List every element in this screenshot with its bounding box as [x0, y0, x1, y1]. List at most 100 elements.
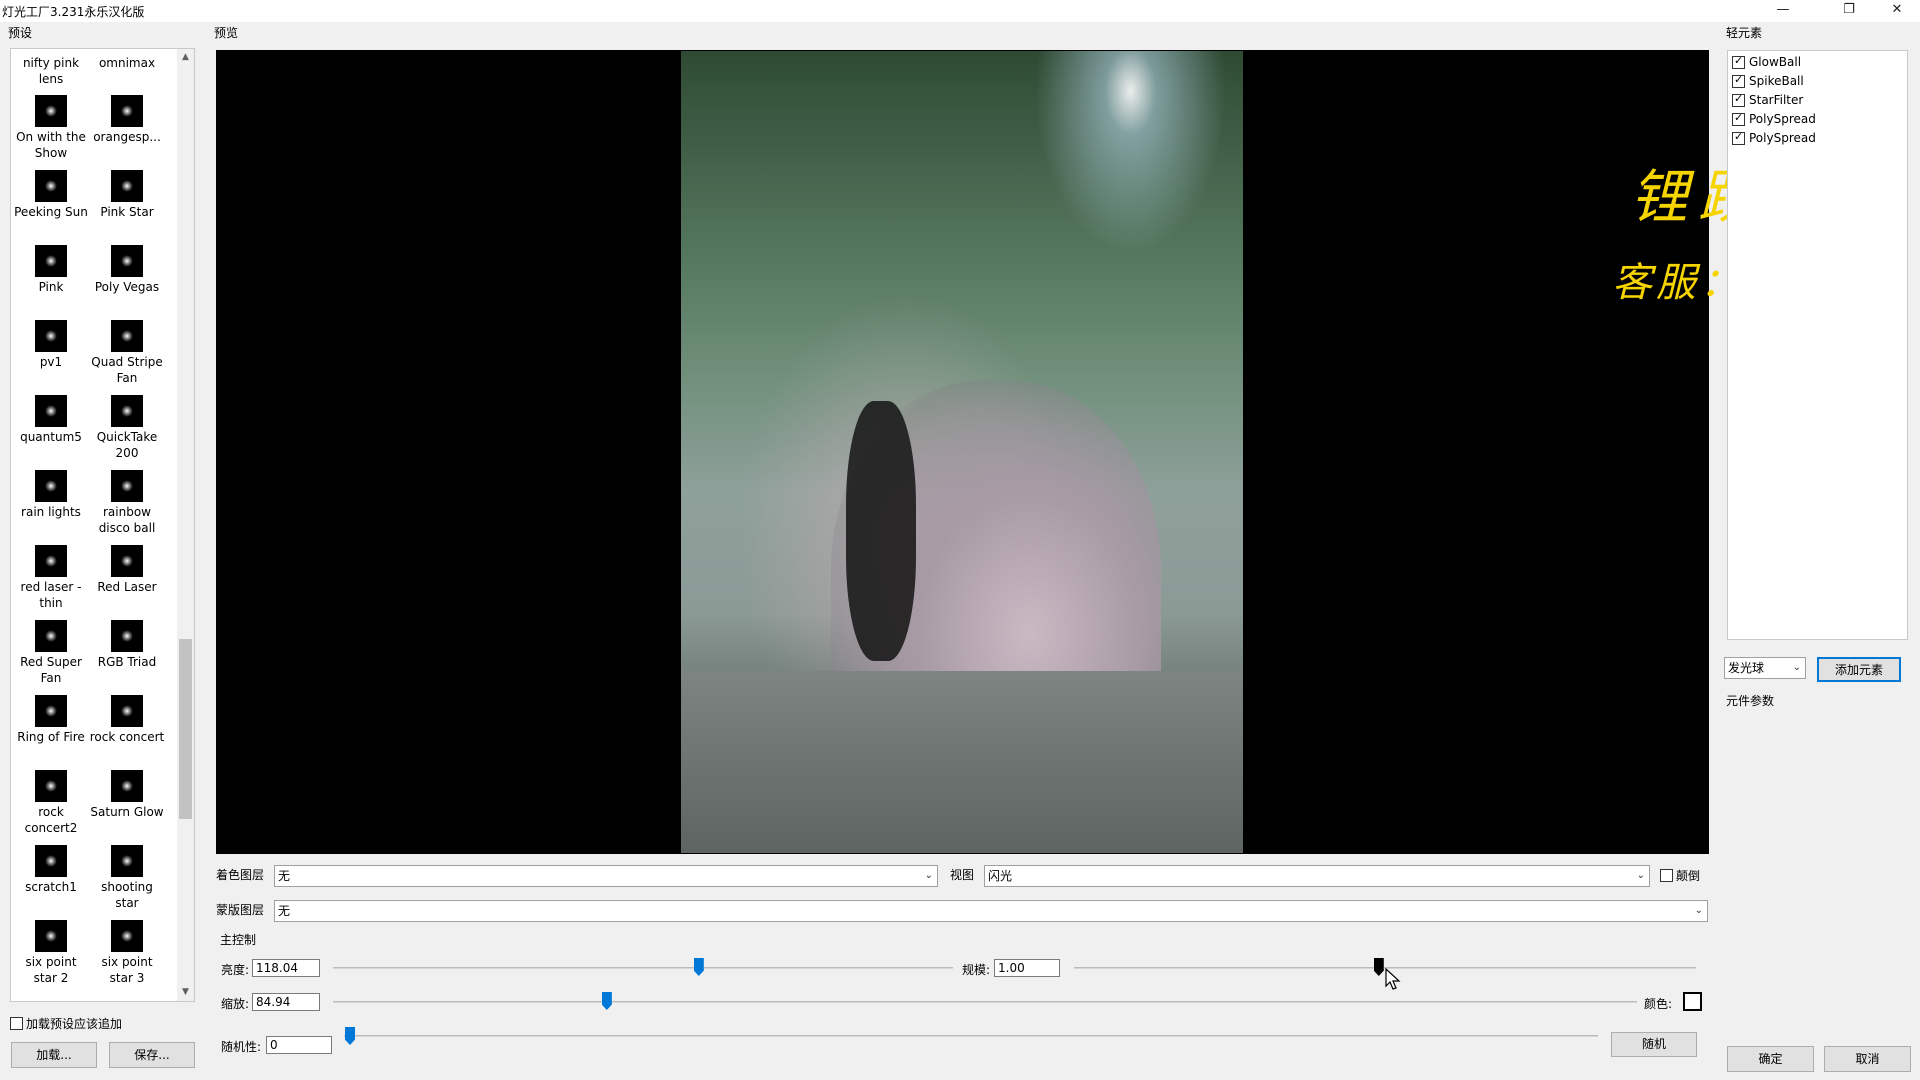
preset-item[interactable]: Quad Stripe Fan: [89, 320, 165, 395]
close-button[interactable]: ✕: [1874, 0, 1920, 22]
color-swatch[interactable]: [1683, 992, 1702, 1011]
light-element-checkbox[interactable]: [1732, 54, 1745, 69]
preset-label: On with the Show: [16, 130, 86, 160]
light-element-checkbox[interactable]: [1732, 73, 1745, 88]
randomness-input[interactable]: 0: [266, 1036, 332, 1054]
preset-item[interactable]: nifty pink lens: [13, 55, 89, 95]
preview-photo: [681, 51, 1243, 853]
preset-item[interactable]: quantum5: [13, 395, 89, 470]
preview-label: 预览: [214, 26, 239, 40]
brightness-track[interactable]: [333, 967, 953, 969]
light-element-label: PolySpread: [1749, 131, 1816, 145]
scale-input[interactable]: 1.00: [994, 959, 1060, 977]
preset-label: rock concert2: [24, 805, 78, 835]
preset-item[interactable]: shooting star: [89, 845, 165, 920]
element-type-select[interactable]: 发光球 ⌄: [1724, 657, 1806, 679]
preset-item[interactable]: On with the Show: [13, 95, 89, 170]
chevron-down-icon: ⌄: [1792, 662, 1801, 673]
append-presets-checkbox[interactable]: 加载预设应该追加: [10, 1015, 122, 1032]
preset-item[interactable]: Peeking Sun: [13, 170, 89, 245]
preset-item[interactable]: red laser - thin: [13, 545, 89, 620]
preset-item[interactable]: rainbow disco ball: [89, 470, 165, 545]
brightness-input[interactable]: 118.04: [252, 959, 320, 977]
preset-item[interactable]: orangesp...: [89, 95, 165, 170]
preset-label: Ring of Fire: [17, 730, 85, 744]
invert-checkbox-box[interactable]: [1660, 869, 1673, 882]
preset-item[interactable]: Red Laser: [89, 545, 165, 620]
preset-label: Red Super Fan: [20, 655, 82, 685]
chevron-down-icon: ⌄: [1694, 905, 1703, 916]
preset-item[interactable]: pv1: [13, 320, 89, 395]
preset-label: red laser - thin: [20, 580, 82, 610]
preset-label: rainbow disco ball: [98, 505, 156, 535]
light-element-checkbox[interactable]: [1732, 111, 1745, 126]
preset-item[interactable]: rock concert2: [13, 770, 89, 845]
scale-label: 规模:: [962, 963, 991, 977]
cancel-button[interactable]: 取消: [1824, 1046, 1911, 1072]
preset-thumbnail: [111, 545, 143, 577]
zoom-input[interactable]: 84.94: [252, 993, 320, 1011]
restore-button[interactable]: ❐: [1826, 0, 1872, 22]
preset-label: RGB Triad: [97, 655, 157, 669]
light-element-item[interactable]: StarFilter: [1732, 92, 1803, 107]
preset-item[interactable]: rain lights: [13, 470, 89, 545]
light-element-item[interactable]: PolySpread: [1732, 111, 1816, 126]
preset-label: orangesp...: [93, 130, 161, 144]
light-element-item[interactable]: GlowBall: [1732, 54, 1802, 69]
append-checkbox-box[interactable]: [10, 1017, 23, 1030]
light-element-checkbox[interactable]: [1732, 92, 1745, 107]
preset-label: Pink: [38, 280, 64, 294]
random-button[interactable]: 随机: [1611, 1032, 1697, 1057]
scroll-up-icon[interactable]: ▲: [177, 49, 194, 66]
preset-item[interactable]: Pink: [13, 245, 89, 320]
light-element-item[interactable]: SpikeBall: [1732, 73, 1804, 88]
preset-label: six point star 2: [25, 955, 77, 985]
preset-item[interactable]: RGB Triad: [89, 620, 165, 695]
preset-item[interactable]: six point star 2: [13, 920, 89, 995]
minimize-button[interactable]: —: [1760, 0, 1806, 22]
zoom-slider[interactable]: [601, 992, 612, 1010]
mask-layer-select[interactable]: 无 ⌄: [274, 900, 1708, 922]
load-button[interactable]: 加载...: [11, 1042, 97, 1068]
brightness-slider[interactable]: [693, 958, 704, 976]
preset-label: scratch1: [25, 880, 77, 894]
preset-list[interactable]: nifty pink lens omnimax On with the Show or…: [10, 48, 195, 1002]
preset-item[interactable]: omnimax: [89, 55, 165, 95]
preset-label: Peeking Sun: [14, 205, 88, 219]
preset-item[interactable]: six point star 3: [89, 920, 165, 995]
preset-thumbnail: [111, 920, 143, 952]
light-elements-list[interactable]: GlowBall SpikeBall StarFilter PolySpread Pol…: [1727, 50, 1908, 640]
save-button[interactable]: 保存...: [109, 1042, 195, 1068]
ok-button[interactable]: 确定: [1727, 1046, 1814, 1072]
view-select[interactable]: 闪光 ⌄: [984, 865, 1650, 887]
preset-label: nifty pink lens: [22, 56, 80, 86]
color-layer-select[interactable]: 无 ⌄: [274, 865, 938, 887]
light-element-label: GlowBall: [1749, 55, 1802, 69]
preset-label: omnimax: [98, 56, 156, 70]
zoom-track[interactable]: [333, 1001, 1637, 1003]
preset-grid: nifty pink lens omnimax On with the Show or…: [13, 55, 173, 995]
randomness-track[interactable]: [344, 1035, 1598, 1037]
preset-thumbnail: [35, 695, 67, 727]
preset-item[interactable]: QuickTake 200: [89, 395, 165, 470]
invert-checkbox[interactable]: 颠倒: [1660, 867, 1700, 884]
preset-item[interactable]: Red Super Fan: [13, 620, 89, 695]
scrollbar-thumb[interactable]: [179, 639, 192, 819]
add-element-button[interactable]: 添加元素: [1817, 657, 1901, 682]
randomness-slider[interactable]: [345, 1027, 355, 1045]
preset-item[interactable]: rock concert: [89, 695, 165, 770]
light-element-label: SpikeBall: [1749, 74, 1804, 88]
scroll-down-icon[interactable]: ▼: [177, 984, 194, 1001]
preset-item[interactable]: scratch1: [13, 845, 89, 920]
preset-scrollbar[interactable]: ▲ ▼: [177, 49, 194, 1001]
preset-label: QuickTake 200: [96, 430, 158, 460]
invert-label: 颠倒: [1676, 869, 1701, 883]
preset-item[interactable]: Pink Star: [89, 170, 165, 245]
preset-thumbnail: [111, 845, 143, 877]
preset-item[interactable]: Saturn Glow: [89, 770, 165, 845]
light-element-item[interactable]: PolySpread: [1732, 130, 1816, 145]
light-element-checkbox[interactable]: [1732, 130, 1745, 145]
preset-item[interactable]: Poly Vegas: [89, 245, 165, 320]
scale-slider[interactable]: [1373, 958, 1384, 976]
preset-item[interactable]: Ring of Fire: [13, 695, 89, 770]
